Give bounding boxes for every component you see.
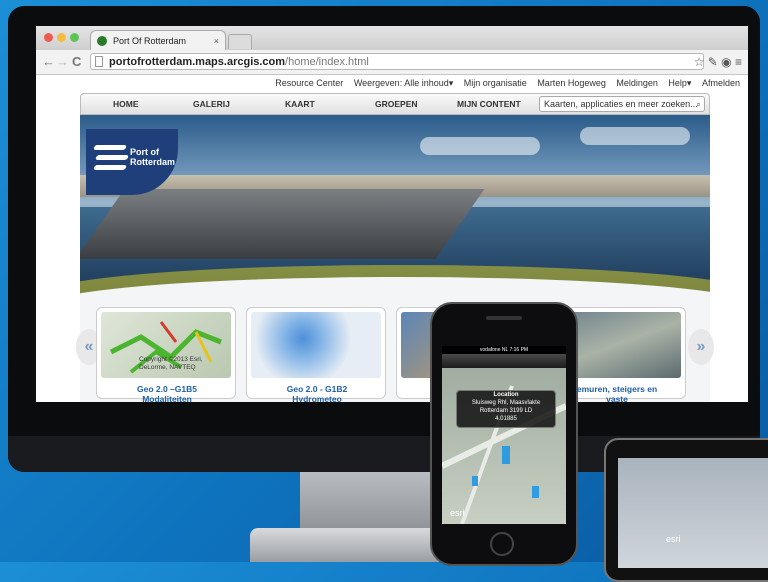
hero-cloud (420, 137, 540, 155)
menu-map[interactable]: KAART (285, 94, 315, 115)
toolbar-icons[interactable]: ☆ ✎ ◉ ≡ (694, 53, 742, 71)
card-title: Geo 2.0 - G1B2 (286, 384, 348, 394)
logo-wave-icon (93, 145, 127, 150)
location-callout[interactable]: Location Sluisweg Rhl, Maasvlakte Rotter… (456, 390, 556, 428)
search-placeholder: Kaarten, applicaties en meer zoeken... (544, 99, 698, 109)
featured-card[interactable]: Copyright ©2013 Esri, DeLorme, NAVTEQ Ge… (96, 307, 237, 402)
phone-screen: vodafone NL 7:16 PM Location Sluisweg Rh… (442, 346, 566, 524)
url-path: /home/index.html (285, 56, 369, 68)
card-caption: Geo 2.0 –G1B5 Modaliteiten (97, 384, 237, 402)
tab-title: Port Of Rotterdam (113, 36, 187, 46)
phone-home-button[interactable] (490, 532, 514, 556)
carousel-next-button[interactable]: » (688, 329, 714, 365)
url-domain: portofrotterdam.maps.arcgis.com (109, 56, 286, 68)
address-toolbar: ← → C portofrotterdam.maps.arcgis.com/ho… (36, 50, 748, 75)
logo-wave-icon (95, 155, 129, 160)
logo-wave-icon (93, 165, 127, 170)
page-icon (95, 56, 103, 67)
phone-speaker (486, 316, 522, 320)
topnav-notifications[interactable]: Meldingen (616, 78, 658, 88)
topnav-sign-out[interactable]: Afmelden (702, 78, 740, 88)
top-navigation: Resource Center Weergeven: Alle inhoud▾ … (267, 78, 740, 89)
menu-home[interactable]: HOME (113, 94, 139, 115)
minimize-window-icon[interactable] (57, 33, 66, 42)
search-icon[interactable]: ⌕ (696, 97, 701, 111)
featured-carousel: « Copyright ©2013 Esri, DeLorme, NAVTEQ … (76, 299, 714, 402)
card-caption: Geo 2.0 - G1B2 Hydrometeo (247, 384, 387, 402)
tablet-device: esri (604, 438, 768, 582)
card-thumb-credit: Copyright ©2013 Esri, DeLorme, NAVTEQ (139, 356, 203, 371)
callout-line-2: Rotterdam 3199 LD (479, 408, 533, 414)
address-bar[interactable]: portofrotterdam.maps.arcgis.com/home/ind… (90, 53, 704, 70)
browser-window: Port Of Rotterdam × ← → C portofrotterda… (36, 26, 748, 402)
browser-titlebar: Port Of Rotterdam × (36, 26, 748, 50)
callout-line-3: 4.01885 (495, 416, 517, 422)
logo-text: Port of Rotterdam (130, 147, 175, 167)
phone-toolbar (442, 354, 566, 368)
phone-esri-logo: esri (450, 508, 465, 518)
topnav-my-organization[interactable]: Mijn organisatie (464, 78, 527, 88)
logo-line-1: Port of (130, 147, 159, 157)
search-input[interactable]: Kaarten, applicaties en meer zoeken... ⌕ (539, 96, 705, 112)
card-thumbnail (251, 312, 381, 378)
webpage: Resource Center Weergeven: Alle inhoud▾ … (36, 75, 748, 402)
menu-my-content[interactable]: MIJN CONTENT (457, 94, 521, 115)
callout-line-1: Sluisweg Rhl, Maasvlakte (471, 400, 541, 406)
logo-line-2: Rotterdam (130, 157, 176, 167)
new-tab-button[interactable] (228, 34, 252, 49)
maximize-window-icon[interactable] (70, 33, 79, 42)
tablet-esri-logo: esri (666, 534, 681, 544)
reload-icon[interactable]: C (72, 53, 81, 71)
hero-banner: Port of Rotterdam (80, 115, 710, 299)
callout-title: Location (493, 392, 519, 398)
browser-tab[interactable]: Port Of Rotterdam × (90, 30, 226, 50)
back-arrow-icon[interactable]: ← (42, 53, 55, 71)
topnav-view-filter[interactable]: Weergeven: Alle inhoud▾ (354, 78, 453, 88)
main-menu: HOME GALERIJ KAART GROEPEN MIJN CONTENT … (80, 93, 710, 115)
card-title: Geo 2.0 –G1B5 (136, 384, 197, 394)
tab-close-icon[interactable]: × (214, 31, 219, 51)
menu-gallery[interactable]: GALERIJ (193, 94, 230, 115)
close-window-icon[interactable] (44, 33, 53, 42)
phone-status-bar: vodafone NL 7:16 PM (442, 346, 566, 354)
card-thumbnail: Copyright ©2013 Esri, DeLorme, NAVTEQ (101, 312, 231, 378)
phone-map-graphic (442, 385, 566, 524)
card-subtitle: Hydrometeo (292, 394, 342, 402)
topnav-resource-center[interactable]: Resource Center (275, 78, 343, 88)
featured-card[interactable]: Geo 2.0 - G1B2 Hydrometeo (246, 307, 387, 402)
topnav-help[interactable]: Help▾ (668, 78, 691, 88)
hero-cloud (580, 127, 690, 145)
phone-device: vodafone NL 7:16 PM Location Sluisweg Rh… (430, 302, 578, 566)
tablet-screen: esri (618, 458, 768, 568)
favicon-icon (97, 36, 107, 46)
forward-arrow-icon[interactable]: → (56, 53, 69, 71)
card-subtitle: Modaliteiten (142, 394, 192, 402)
topnav-user[interactable]: Marten Hogeweg (537, 78, 606, 88)
menu-groups[interactable]: GROEPEN (375, 94, 418, 115)
hero-quay (80, 189, 485, 259)
